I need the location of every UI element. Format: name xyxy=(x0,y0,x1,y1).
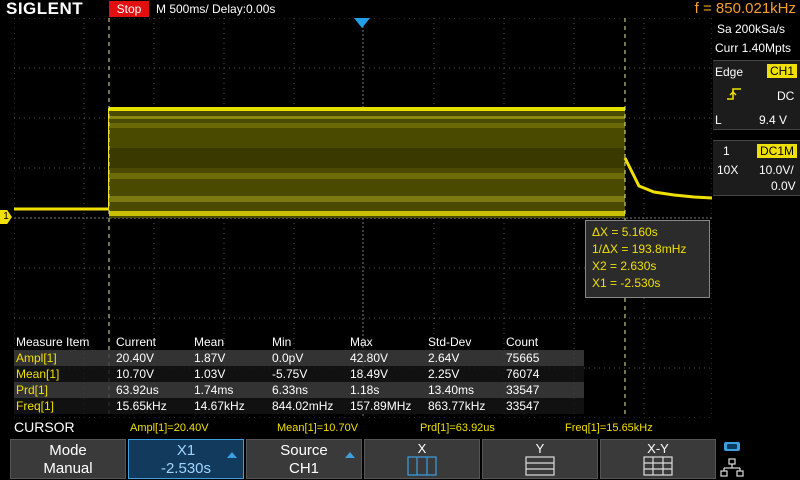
trigger-source: CH1 xyxy=(767,64,798,78)
x1-readout: X1 = -2.530s xyxy=(592,276,661,290)
column-header: Std-Dev xyxy=(428,335,472,349)
ch1-offset-marker[interactable]: 1 xyxy=(0,210,12,224)
status-item: Ampl[1]=20.40V xyxy=(130,422,209,434)
column-header: Count xyxy=(506,335,539,349)
brand-logo: SIGLENT xyxy=(6,0,84,18)
trigger-level-label: L xyxy=(715,113,722,127)
cursor-readout-box: ΔX = 5.160s 1/ΔX = 193.8mHz X2 = 2.630s … xyxy=(585,220,710,298)
trigger-coupling: DC xyxy=(777,89,795,103)
mode-softkey[interactable]: Mode Manual xyxy=(10,439,126,479)
column-header: Current xyxy=(116,335,157,349)
x2-readout: X2 = 2.630s xyxy=(592,259,657,273)
softkey-label: X1 xyxy=(176,442,196,459)
memory-depth: Curr 1.40Mpts xyxy=(715,41,792,55)
acquisition-info: Sa 200kSa/s Curr 1.40Mpts xyxy=(713,20,800,60)
softkey-value: -2.530s xyxy=(160,460,212,477)
probe-ratio: 10X xyxy=(717,163,739,177)
adjust-knob-icon xyxy=(227,452,237,458)
measure-value: 1.74ms xyxy=(192,382,270,398)
x-cursor-icon xyxy=(407,456,437,476)
timebase-readout[interactable]: M 500ms/ Delay:0.00s xyxy=(156,1,275,17)
measure-value: 1.03V xyxy=(192,366,270,382)
measure-value: 18.49V xyxy=(348,366,426,382)
status-item: Mean[1]=10.70V xyxy=(277,422,359,434)
measure-value: 1.87V xyxy=(192,350,270,366)
xy-cursor-icon xyxy=(643,456,673,476)
rising-edge-icon xyxy=(727,87,741,106)
softkey-bar: Mode Manual X1 -2.530s Source CH1 X Y X-… xyxy=(0,437,800,480)
column-header: Measure Item xyxy=(16,335,90,349)
measure-item: Freq[1] xyxy=(14,398,114,414)
measure-value: 844.02mHz xyxy=(270,398,348,414)
softkey-label: Mode xyxy=(49,442,87,459)
measure-value: 42.80V xyxy=(348,350,426,366)
measure-value: 863.77kHz xyxy=(426,398,504,414)
measure-value: -5.75V xyxy=(270,366,348,382)
channel1-panel[interactable]: 1 DC1M 10X 10.0V/ 0.0V xyxy=(713,140,800,196)
trigger-panel[interactable]: Edge CH1 DC L 9.4 V xyxy=(713,60,800,130)
trigger-position-marker[interactable] xyxy=(354,18,370,28)
trigger-level: 9.4 V xyxy=(759,113,788,127)
measure-value: 6.33ns xyxy=(270,382,348,398)
x1-cursor-softkey[interactable]: X1 -2.530s xyxy=(128,439,244,479)
measure-value: 1.18s xyxy=(348,382,426,398)
channel-number: 1 xyxy=(723,144,730,158)
measure-value: 63.92us xyxy=(114,382,192,398)
measure-value: 157.89MHz xyxy=(348,398,426,414)
menu-title: CURSOR xyxy=(14,419,75,435)
measure-value: 10.70V xyxy=(114,366,192,382)
column-header: Max xyxy=(350,335,373,349)
xy-cursor-softkey[interactable]: X-Y xyxy=(600,439,716,479)
trigger-type: Edge xyxy=(715,65,744,79)
measure-item: Ampl[1] xyxy=(14,350,114,366)
softkey-label: X xyxy=(417,441,427,456)
frequency-counter: f = 850.021kHz xyxy=(694,0,796,17)
usb-storage-icon xyxy=(724,442,740,451)
delta-x-readout: ΔX = 5.160s xyxy=(592,225,658,239)
softkey-label: Y xyxy=(535,441,545,456)
column-header: Min xyxy=(272,335,292,349)
measure-value: 33547 xyxy=(504,398,584,414)
softkey-value: CH1 xyxy=(288,460,319,477)
measure-value: 0.0pV xyxy=(270,350,348,366)
table-row: Ampl[1] 20.40V 1.87V 0.0pV 42.80V 2.64V … xyxy=(14,350,584,366)
status-item: Freq[1]=15.65kHz xyxy=(565,422,653,434)
softkey-value: Manual xyxy=(43,460,93,477)
measure-value: 2.25V xyxy=(426,366,504,382)
measure-value: 14.67kHz xyxy=(192,398,270,414)
table-row: Mean[1] 10.70V 1.03V -5.75V 18.49V 2.25V… xyxy=(14,366,584,382)
y-cursor-icon xyxy=(525,456,555,476)
vertical-offset: 0.0V xyxy=(771,179,796,193)
column-header: Mean xyxy=(194,335,225,349)
adjust-knob-icon xyxy=(345,452,355,458)
table-row: Prd[1] 63.92us 1.74ms 6.33ns 1.18s 13.40… xyxy=(14,382,584,398)
measure-value: 15.65kHz xyxy=(114,398,192,414)
measure-value: 75665 xyxy=(504,350,584,366)
network-icon xyxy=(720,458,744,477)
softkey-label: X-Y xyxy=(647,441,669,456)
measure-item: Mean[1] xyxy=(14,366,114,382)
measure-value: 76074 xyxy=(504,366,584,382)
measure-item: Prd[1] xyxy=(14,382,114,398)
system-icons xyxy=(720,437,800,480)
sample-rate: Sa 200kSa/s xyxy=(717,22,786,36)
top-status-bar: SIGLENT Stop M 500ms/ Delay:0.00s f = 85… xyxy=(0,0,800,18)
source-softkey[interactable]: Source CH1 xyxy=(246,439,362,479)
status-item: Prd[1]=63.92us xyxy=(420,422,495,434)
measure-value: 13.40ms xyxy=(426,382,504,398)
x-cursor-softkey[interactable]: X xyxy=(364,439,480,479)
measure-value: 2.64V xyxy=(426,350,504,366)
channel-coupling: DC1M xyxy=(757,144,798,158)
inverse-delta-x-readout: 1/ΔX = 193.8mHz xyxy=(592,242,687,256)
table-row: Freq[1] 15.65kHz 14.67kHz 844.02mHz 157.… xyxy=(14,398,584,414)
run-stop-indicator[interactable]: Stop xyxy=(109,1,149,17)
measurement-statistics-table: Measure Item Current Mean Min Max Std-De… xyxy=(14,334,584,414)
measure-value: 33547 xyxy=(504,382,584,398)
measure-value: 20.40V xyxy=(114,350,192,366)
measurement-status-strip: CURSOR Ampl[1]=20.40V Mean[1]=10.70V Prd… xyxy=(0,420,800,437)
table-header-row: Measure Item Current Mean Min Max Std-De… xyxy=(14,334,584,350)
vertical-scale: 10.0V/ xyxy=(759,163,794,177)
y-cursor-softkey[interactable]: Y xyxy=(482,439,598,479)
softkey-label: Source xyxy=(280,442,328,459)
